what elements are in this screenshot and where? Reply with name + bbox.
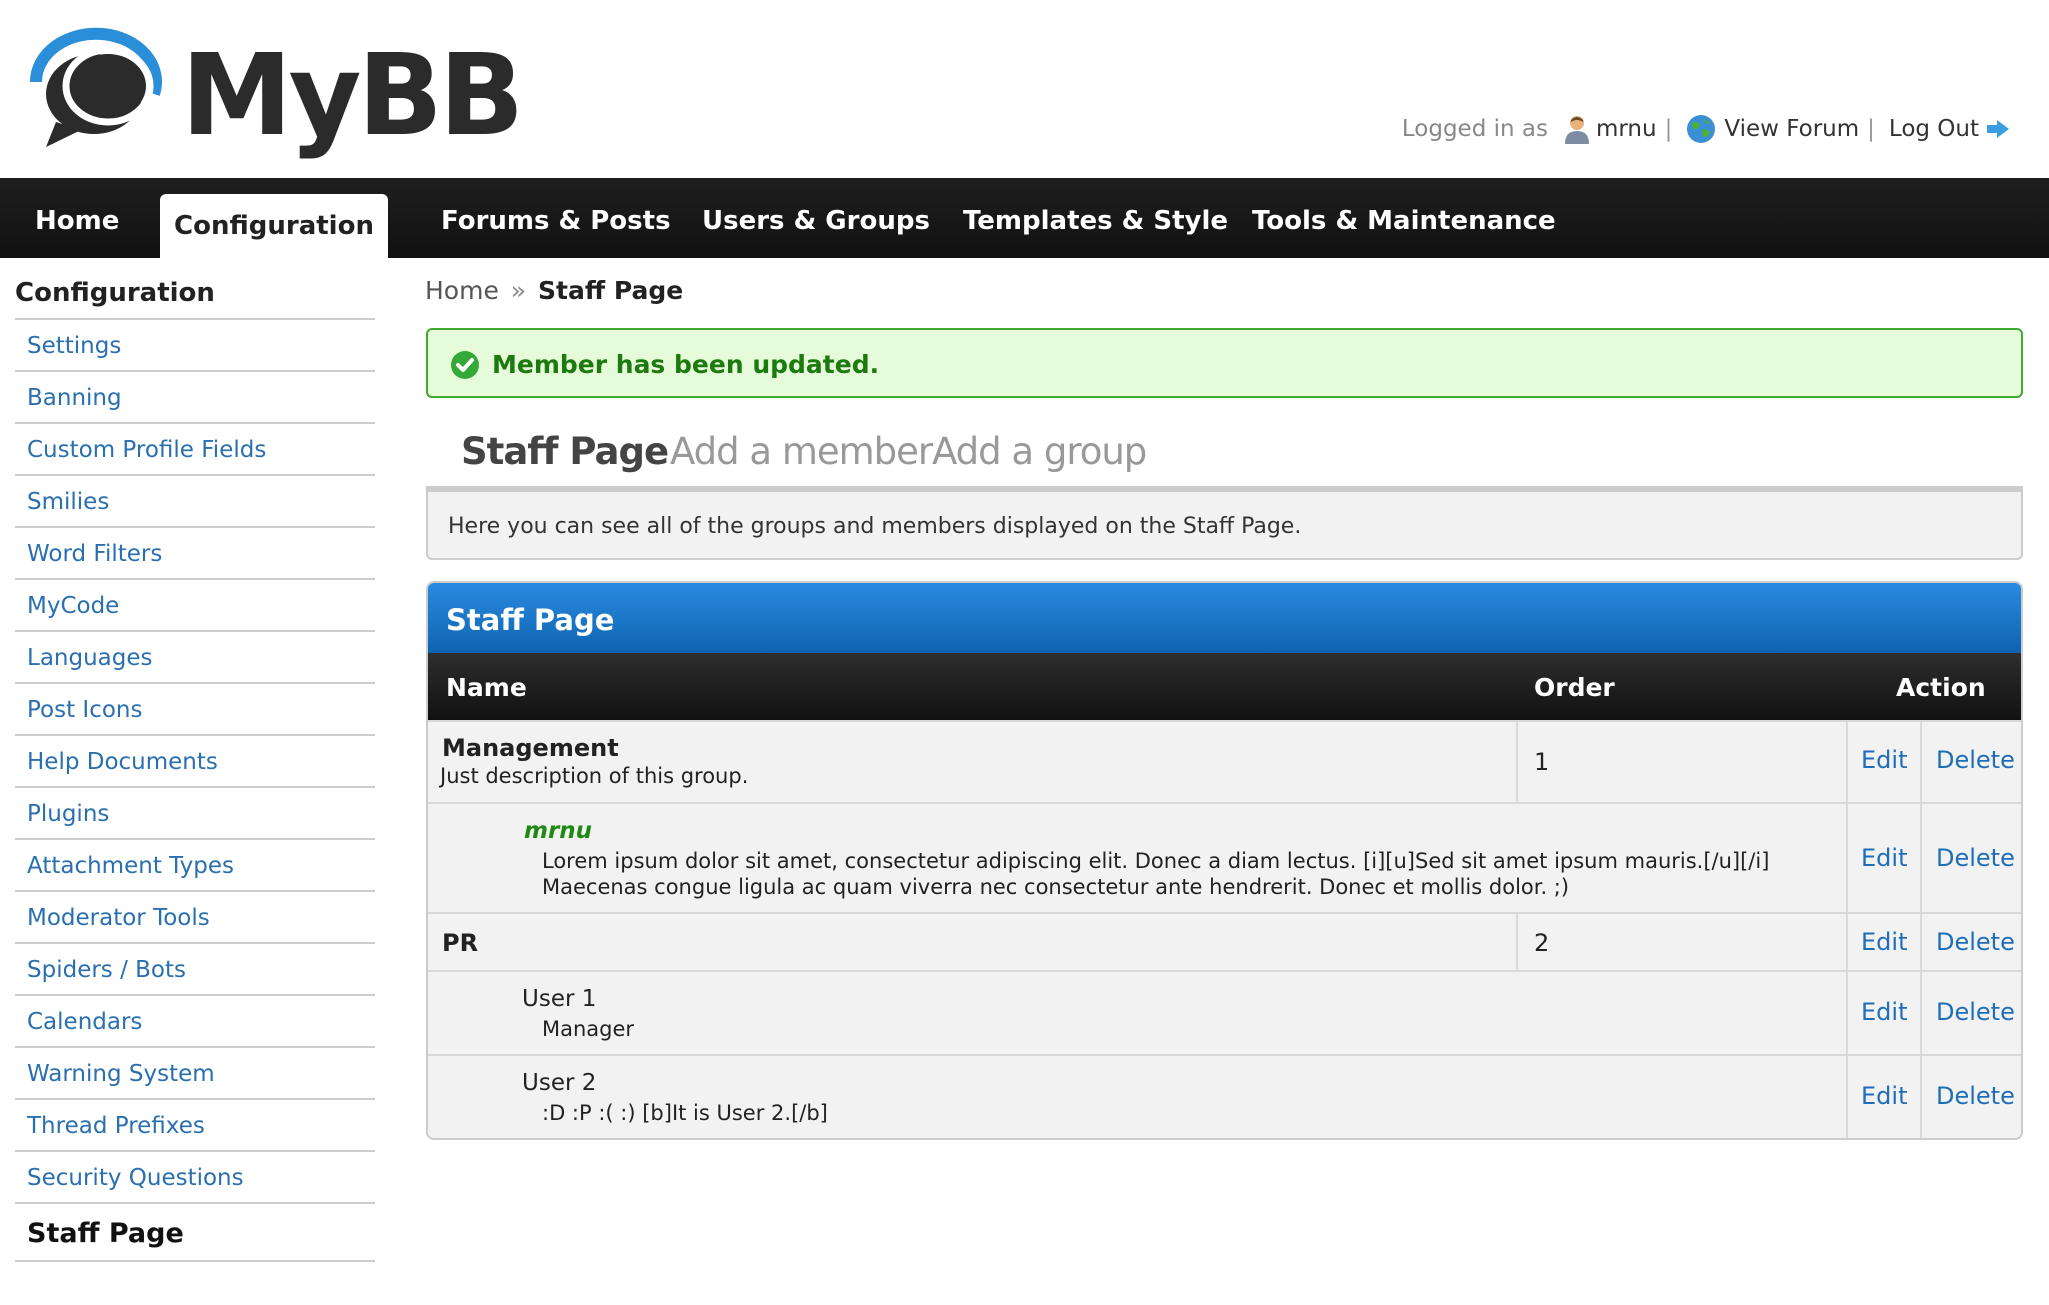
sidebar-item-settings[interactable]: Settings xyxy=(15,320,375,372)
sidebar-item-help-documents[interactable]: Help Documents xyxy=(15,736,375,788)
username-link[interactable]: mrnu xyxy=(1596,116,1657,142)
edit-link[interactable]: Edit xyxy=(1861,998,1907,1026)
header-name: Name xyxy=(446,673,527,702)
tab-staff-page[interactable]: Staff Page xyxy=(447,420,683,496)
sidebar-item-attachment-types[interactable]: Attachment Types xyxy=(15,840,375,892)
table-header: Name Order Action xyxy=(428,653,2021,720)
delete-link[interactable]: Delete xyxy=(1936,746,2015,774)
breadcrumb-separator: » xyxy=(510,276,527,305)
menu-configuration[interactable]: Configuration xyxy=(160,194,388,258)
group-order: 2 xyxy=(1534,929,1550,957)
top-menu: Home Configuration Forums & Posts Users … xyxy=(0,178,2049,258)
sidebar-item-security-questions[interactable]: Security Questions xyxy=(15,1152,375,1204)
member-name: User 2 xyxy=(522,1070,597,1096)
table-row: User 1 Manager Edit Delete xyxy=(428,970,2021,1054)
edit-link[interactable]: Edit xyxy=(1861,1082,1907,1110)
edit-link[interactable]: Edit xyxy=(1861,844,1907,872)
table-row: Management Just description of this grou… xyxy=(428,720,2021,802)
menu-tools-maintenance[interactable]: Tools & Maintenance xyxy=(1252,178,1556,258)
logo-text: MyBB xyxy=(181,31,524,161)
header-action: Action xyxy=(1896,673,1986,702)
divider xyxy=(1920,972,1922,1054)
delete-link[interactable]: Delete xyxy=(1936,928,2015,956)
divider xyxy=(1920,804,1922,912)
menu-forums-posts[interactable]: Forums & Posts xyxy=(441,178,671,258)
checkmark-circle-icon xyxy=(451,351,479,379)
divider xyxy=(1846,804,1848,912)
sidebar-item-plugins[interactable]: Plugins xyxy=(15,788,375,840)
divider xyxy=(1846,972,1848,1054)
logout-arrow-icon xyxy=(1987,120,2009,138)
breadcrumb: Home » Staff Page xyxy=(425,276,683,305)
member-description-line: :D :P :( :) [b]It is User 2.[/b] xyxy=(542,1101,828,1125)
tab-add-group[interactable]: Add a group xyxy=(932,420,1147,490)
logged-in-label: Logged in as xyxy=(1401,116,1548,142)
success-alert: Member has been updated. xyxy=(426,328,2023,398)
sidebar-item-warning-system[interactable]: Warning System xyxy=(15,1048,375,1100)
divider xyxy=(1846,1056,1848,1138)
delete-link[interactable]: Delete xyxy=(1936,844,2015,872)
sidebar-item-smilies[interactable]: Smilies xyxy=(15,476,375,528)
table-row: mrnu Lorem ipsum dolor sit amet, consect… xyxy=(428,802,2021,912)
separator: | xyxy=(1664,116,1673,142)
log-out-link[interactable]: Log Out xyxy=(1889,116,1979,142)
menu-home[interactable]: Home xyxy=(35,178,119,258)
group-order: 1 xyxy=(1534,748,1550,776)
edit-link[interactable]: Edit xyxy=(1861,746,1907,774)
divider xyxy=(1846,722,1848,802)
table-row: User 2 :D :P :( :) [b]It is User 2.[/b] … xyxy=(428,1054,2021,1138)
sidebar-item-languages[interactable]: Languages xyxy=(15,632,375,684)
sidebar-item-spiders-bots[interactable]: Spiders / Bots xyxy=(15,944,375,996)
divider xyxy=(1920,1056,1922,1138)
user-nav: Logged in as mrnu | View Forum | Log Out xyxy=(1402,114,2011,144)
staff-table: Staff Page Name Order Action Management … xyxy=(426,581,2023,1140)
divider xyxy=(1516,722,1518,802)
globe-icon xyxy=(1687,115,1716,143)
edit-link[interactable]: Edit xyxy=(1861,928,1907,956)
header-order: Order xyxy=(1534,673,1615,702)
sidebar-item-post-icons[interactable]: Post Icons xyxy=(15,684,375,736)
table-title: Staff Page xyxy=(428,583,2021,653)
breadcrumb-current: Staff Page xyxy=(538,276,684,305)
header: MyBB Logged in as mrnu | View Forum | Lo… xyxy=(0,0,2049,178)
member-description-line: Maecenas congue ligula ac quam viverra n… xyxy=(542,875,1570,899)
breadcrumb-home[interactable]: Home xyxy=(425,276,499,305)
sidebar-item-custom-profile-fields[interactable]: Custom Profile Fields xyxy=(15,424,375,476)
menu-users-groups[interactable]: Users & Groups xyxy=(702,178,930,258)
group-name: Management xyxy=(442,734,619,762)
delete-link[interactable]: Delete xyxy=(1936,1082,2015,1110)
sidebar-item-staff-page[interactable]: Staff Page xyxy=(15,1204,375,1262)
member-name: User 1 xyxy=(522,986,597,1012)
sidebar-title: Configuration xyxy=(15,258,375,320)
group-description: Just description of this group. xyxy=(440,764,749,788)
group-name: PR xyxy=(442,929,479,957)
mybb-logo[interactable]: MyBB xyxy=(26,22,524,162)
divider xyxy=(1920,914,1922,970)
tab-description-box: Here you can see all of the groups and m… xyxy=(426,486,2023,560)
divider xyxy=(1846,914,1848,970)
member-description-line: Manager xyxy=(542,1017,635,1041)
tab-description: Here you can see all of the groups and m… xyxy=(448,514,1302,539)
menu-templates-style[interactable]: Templates & Style xyxy=(963,178,1228,258)
sidebar-item-word-filters[interactable]: Word Filters xyxy=(15,528,375,580)
delete-link[interactable]: Delete xyxy=(1936,998,2015,1026)
divider xyxy=(1920,722,1922,802)
sidebar-item-banning[interactable]: Banning xyxy=(15,372,375,424)
member-name: mrnu xyxy=(524,818,593,844)
sidebar-item-calendars[interactable]: Calendars xyxy=(15,996,375,1048)
user-icon xyxy=(1564,116,1589,144)
sidebar-item-mycode[interactable]: MyCode xyxy=(15,580,375,632)
table-row: PR 2 Edit Delete xyxy=(428,912,2021,970)
sidebar: Configuration Settings Banning Custom Pr… xyxy=(15,258,375,1262)
member-description-line: Lorem ipsum dolor sit amet, consectetur … xyxy=(542,849,1770,873)
tab-add-member[interactable]: Add a member xyxy=(670,420,933,490)
divider xyxy=(1516,914,1518,970)
success-message: Member has been updated. xyxy=(492,350,880,379)
sidebar-item-moderator-tools[interactable]: Moderator Tools xyxy=(15,892,375,944)
view-forum-link[interactable]: View Forum xyxy=(1724,116,1859,142)
speech-bubble-logo-icon xyxy=(29,27,162,147)
separator: | xyxy=(1867,116,1875,142)
sidebar-item-thread-prefixes[interactable]: Thread Prefixes xyxy=(15,1100,375,1152)
